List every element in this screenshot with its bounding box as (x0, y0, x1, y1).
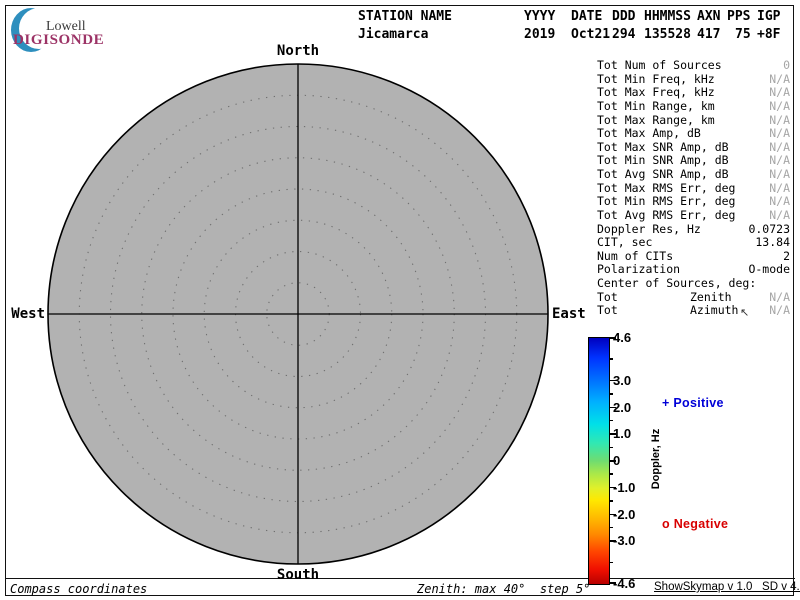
stat-row-min-rms: Tot Min RMS Err, degN/A (597, 195, 790, 209)
stat-value: 0 (783, 59, 790, 73)
colorbar-tick-label: -2.0 (613, 507, 635, 522)
colorbar-tick-label: 2.0 (613, 400, 631, 415)
stat-row-max-snr: Tot Max SNR Amp, dBN/A (597, 141, 790, 155)
plus-icon: + (662, 396, 670, 410)
stat-row-max-range: Tot Max Range, kmN/A (597, 114, 790, 128)
header-val-ddd: 294 (612, 27, 635, 42)
colorbar-tick-label: -1.0 (613, 480, 635, 495)
header-col-yyyy: YYYY (524, 9, 555, 24)
stat-value: N/A (769, 73, 790, 87)
stat-row-center-of-sources: Center of Sources, deg: (597, 277, 790, 291)
header-col-date: DATE (571, 9, 602, 24)
stat-row-num-sources: Tot Num of Sources0 (597, 59, 790, 73)
colorbar-minor-tick (609, 358, 613, 360)
stat-row-azimuth: TotAzimuthN/A (597, 304, 790, 318)
compass-label-west: West (0, 306, 45, 322)
stat-row-avg-rms: Tot Avg RMS Err, degN/A (597, 209, 790, 223)
stat-value: N/A (769, 100, 790, 114)
header-val-date: Oct21 (571, 27, 610, 42)
colorbar-minor-tick (609, 562, 613, 564)
colorbar-tick-label: 1.0 (613, 426, 631, 441)
colorbar-tick-label: -3.0 (613, 533, 635, 548)
coordinates-mode-note: Compass coordinates (10, 582, 147, 596)
stat-row-max-amp: Tot Max Amp, dBN/A (597, 127, 790, 141)
stat-row-num-cits: Num of CITs2 (597, 250, 790, 264)
header-col-ddd: DDD (612, 9, 635, 24)
colorbar-minor-tick (609, 420, 613, 422)
colorbar-tick-label: -4.6 (613, 576, 635, 591)
stat-value: N/A (769, 291, 790, 305)
stat-value: N/A (769, 182, 790, 196)
stat-row-max-freq: Tot Max Freq, kHzN/A (597, 86, 790, 100)
colorbar-minor-tick (609, 393, 613, 395)
stat-value: 2 (783, 250, 790, 264)
legend-negative-label: Negative (674, 517, 729, 531)
stat-value: N/A (769, 114, 790, 128)
stat-value: N/A (769, 141, 790, 155)
colorbar-axis-title: Doppler, Hz (650, 409, 662, 509)
header-col-axn: AXN (697, 9, 720, 24)
stat-value: O-mode (748, 263, 790, 277)
stat-value: N/A (769, 209, 790, 223)
colorbar-tick-label: 4.6 (613, 330, 631, 345)
header-val-pps: 75 (735, 27, 751, 42)
mouse-cursor-icon: ↖ (740, 306, 749, 319)
compass-label-north: North (258, 43, 338, 59)
header-col-station-name: STATION NAME (358, 9, 452, 24)
stat-row-min-freq: Tot Min Freq, kHzN/A (597, 73, 790, 87)
header-col-hhmmss: HHMMSS (644, 9, 691, 24)
zenith-range-note: Zenith: max 40° step 5° (417, 582, 590, 596)
colorbar-tick-label: 3.0 (613, 373, 631, 388)
stat-row-max-rms: Tot Max RMS Err, degN/A (597, 182, 790, 196)
stat-value: N/A (769, 304, 790, 318)
legend-negative: o Negative (662, 517, 728, 531)
legend-positive-label: Positive (673, 396, 723, 410)
header-val-yyyy: 2019 (524, 27, 555, 42)
stat-row-cit: CIT, sec13.84 (597, 236, 790, 250)
stat-row-polarization: PolarizationO-mode (597, 263, 790, 277)
stat-value: 0.0723 (748, 223, 790, 237)
colorbar-minor-tick (609, 500, 613, 502)
stat-value: N/A (769, 195, 790, 209)
stat-row-avg-snr: Tot Avg SNR Amp, dBN/A (597, 168, 790, 182)
colorbar-minor-tick (609, 447, 613, 449)
stat-row-doppler-res: Doppler Res, Hz0.0723 (597, 223, 790, 237)
compass-label-east: East (552, 306, 586, 322)
logo-digisonde-text: DIGISONDE (13, 32, 104, 49)
circle-icon: o (662, 517, 670, 531)
colorbar-tick-label: 0 (613, 453, 620, 468)
stat-row-min-snr: Tot Min SNR Amp, dBN/A (597, 154, 790, 168)
header-col-pps: PPS (727, 9, 750, 24)
statistics-panel: Tot Num of Sources0 Tot Min Freq, kHzN/A… (597, 59, 790, 318)
header-val-axn: 417 (697, 27, 720, 42)
doppler-colorbar (588, 337, 610, 585)
stat-value: N/A (769, 86, 790, 100)
stat-value: N/A (769, 127, 790, 141)
header-val-igp: +8F (757, 27, 780, 42)
stat-row-min-range: Tot Min Range, kmN/A (597, 100, 790, 114)
header-val-station-name: Jicamarca (358, 27, 428, 42)
colorbar-minor-tick (609, 527, 613, 529)
legend-positive: + Positive (662, 396, 724, 410)
stat-value: N/A (769, 154, 790, 168)
header-val-hhmmss: 135528 (644, 27, 691, 42)
stat-row-zenith: TotZenithN/A (597, 291, 790, 305)
colorbar-minor-tick (609, 473, 613, 475)
stat-value: N/A (769, 168, 790, 182)
compass-label-south: South (258, 567, 338, 583)
stat-value: 13.84 (755, 236, 790, 250)
software-version-note: ShowSkymap v 1.0 SD v 4.2 (654, 581, 800, 593)
header-col-igp: IGP (757, 9, 780, 24)
